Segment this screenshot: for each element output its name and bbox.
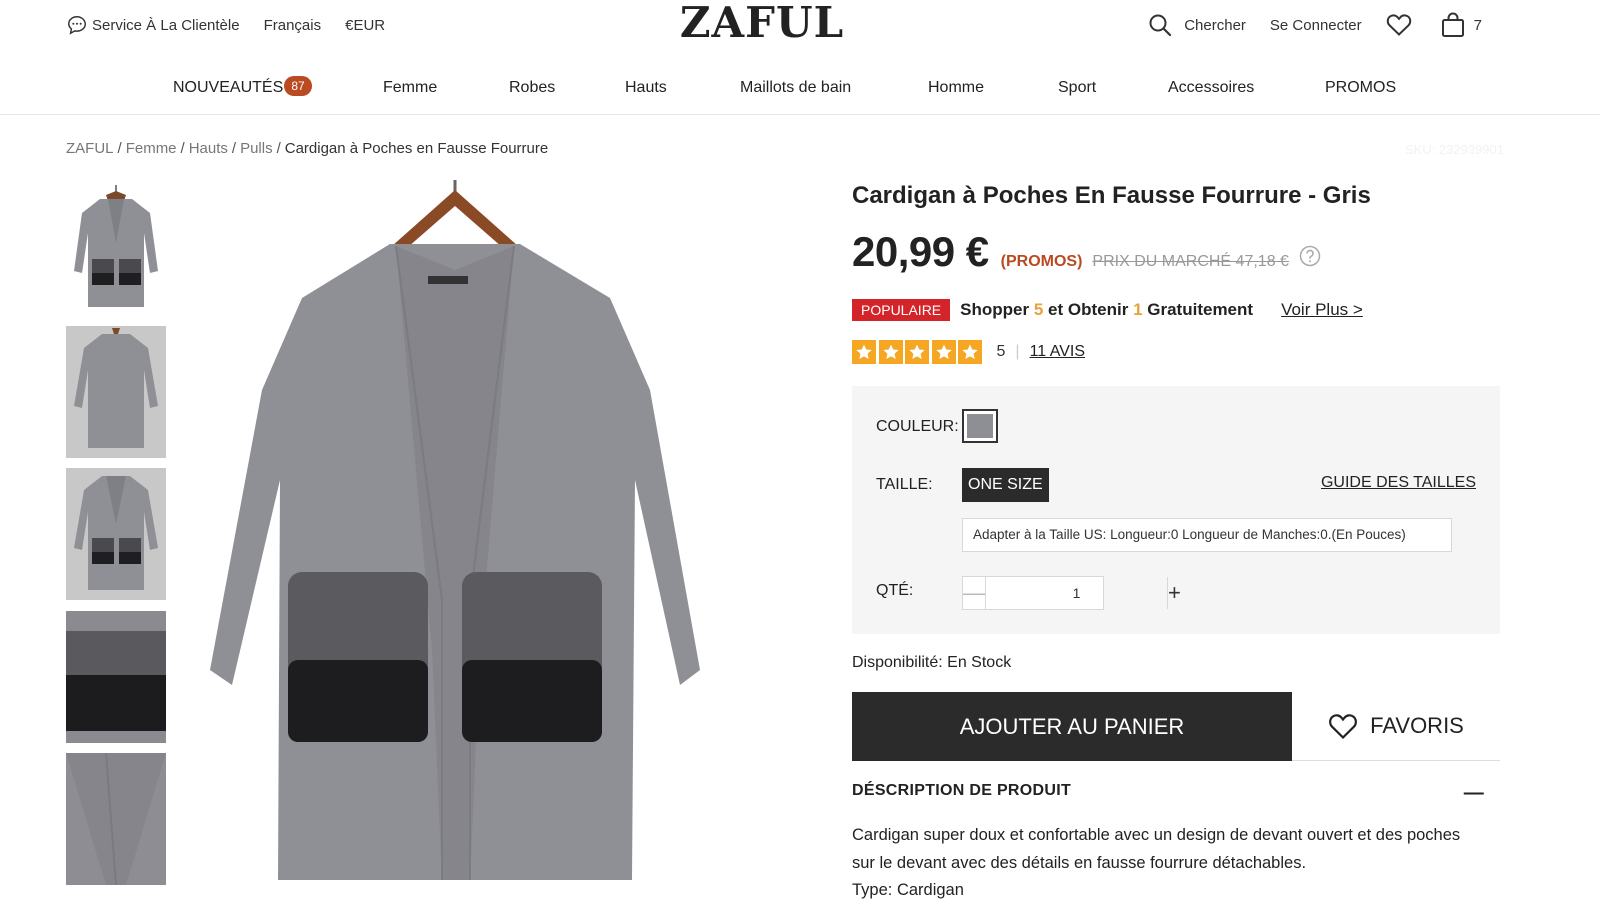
star-icon: [905, 340, 929, 364]
thumbnail-back[interactable]: [66, 326, 166, 458]
star-icon: [931, 340, 956, 364]
add-to-cart-button[interactable]: AJOUTER AU PANIER: [852, 692, 1292, 761]
sku-label: SKU: 232939901: [1404, 142, 1504, 157]
reviews-link[interactable]: 11 AVIS: [1030, 343, 1085, 361]
star-icon: [878, 340, 903, 364]
product-description-text: Cardigan super doux et confortable avec …: [852, 822, 1492, 905]
breadcrumb-current: Cardigan à Poches en Fausse Fourrure: [284, 140, 549, 157]
cardigan-front-thumbnail-image: [66, 468, 166, 600]
breadcrumb-item[interactable]: Hauts: [189, 140, 228, 157]
color-swatch-gray[interactable]: [962, 409, 998, 443]
description-line: Cardigan super doux et confortable avec …: [852, 826, 1461, 844]
main-product-image[interactable]: [180, 180, 740, 900]
promo-number: 5: [1033, 300, 1044, 319]
rating-value: 5: [996, 343, 1006, 360]
star-icon: [958, 340, 982, 364]
promo-text-part: Gratuitement: [1147, 300, 1254, 319]
description-line: Type: Cardigan: [852, 881, 964, 899]
quantity-increase-button[interactable]: +: [1167, 577, 1181, 609]
product-title: Cardigan à Poches En Fausse Fourrure - G…: [852, 182, 1371, 209]
top-bar: Service À La Clientèle Français €EUR ZAF…: [0, 0, 1600, 50]
cardigan-thumbnail-image: [74, 185, 158, 307]
market-price: PRIX DU MARCHÉ 47,18 €: [1092, 253, 1289, 270]
quantity-label: QTÉ:: [876, 582, 914, 599]
quantity-decrease-button[interactable]: —: [963, 577, 986, 609]
collapse-toggle-icon[interactable]: —: [1464, 782, 1484, 805]
availability-status: Disponibilité: En Stock: [852, 654, 1012, 671]
login-link[interactable]: Se Connecter: [1270, 17, 1362, 34]
cart-count[interactable]: 7: [1474, 17, 1482, 34]
favorites-label: FAVORIS: [1370, 713, 1464, 738]
nav-item-accessoires[interactable]: Accessoires: [1168, 79, 1254, 97]
description-line: sur le devant avec des détails en fausse…: [852, 853, 1307, 872]
breadcrumb-item[interactable]: Femme: [126, 140, 177, 157]
product-price: 20,99 €: [852, 228, 989, 275]
nav-item-femme[interactable]: Femme: [383, 79, 437, 97]
search-icon[interactable]: [1148, 13, 1172, 37]
nav-item-robes[interactable]: Robes: [509, 79, 555, 97]
new-items-badge: 87: [284, 76, 312, 96]
size-guide-link[interactable]: GUIDE DES TAILLES: [1321, 474, 1476, 492]
color-swatch-fill: [967, 414, 993, 438]
search-link[interactable]: Chercher: [1184, 17, 1246, 34]
us-size-fit-info: Adapter à la Taille US: Longueur:0 Longu…: [962, 518, 1452, 552]
promo-number: 1: [1133, 300, 1143, 319]
top-bar-right: Chercher Se Connecter 7: [1148, 12, 1482, 38]
promotion-text: Shopper 5 et Obtenir 1 Gratuitement: [960, 300, 1253, 320]
quantity-input[interactable]: [986, 577, 1167, 609]
quantity-stepper: — +: [962, 576, 1181, 610]
gray-fur-pocket-cardigan-image: [210, 180, 700, 880]
heart-icon: [1329, 714, 1358, 740]
breadcrumb-separator: /: [180, 140, 185, 157]
promo-text-part: Shopper: [960, 300, 1030, 319]
popular-badge: POPULAIRE: [852, 299, 951, 321]
product-description-header[interactable]: DÉSCRIPTION DE PRODUIT —: [852, 782, 1500, 804]
voir-plus-link[interactable]: Voir Plus >: [1281, 300, 1363, 320]
nav-item-hauts[interactable]: Hauts: [625, 79, 667, 97]
size-label: TAILLE:: [876, 476, 933, 493]
thumbnail-front-with-hanger[interactable]: [66, 183, 166, 315]
star-icon: [852, 340, 876, 364]
wishlist-heart-icon[interactable]: [1386, 13, 1412, 37]
breadcrumb-separator: /: [231, 140, 237, 157]
breadcrumb-item[interactable]: Pulls: [240, 140, 273, 157]
size-option-one-size[interactable]: ONE SIZE: [962, 468, 1049, 502]
nav-item-homme[interactable]: Homme: [928, 79, 984, 97]
price-row: 20,99 € (PROMOS) PRIX DU MARCHÉ 47,18 €: [852, 228, 1321, 276]
nav-item-label: NOUVEAUTÉS: [173, 79, 284, 96]
shopping-bag-icon[interactable]: [1440, 12, 1466, 38]
promo-text-part: et Obtenir: [1048, 300, 1129, 319]
main-navigation: NOUVEAUTÉS 87 Femme Robes Hauts Maillots…: [0, 70, 1600, 115]
fur-pocket-closeup-image: [66, 611, 166, 743]
product-options-panel: COULEUR: TAILLE: ONE SIZE GUIDE DES TAIL…: [852, 386, 1500, 634]
promotion-row: POPULAIRE Shopper 5 et Obtenir 1 Gratuit…: [852, 299, 1363, 321]
nav-item-sport[interactable]: Sport: [1058, 79, 1096, 97]
breadcrumb: ZAFUL / Femme / Hauts / Pulls / Cardigan à Poche…: [66, 140, 548, 157]
rating-row: 5 | 11 AVIS: [852, 340, 1085, 364]
color-label: COULEUR:: [876, 418, 959, 435]
favorites-button[interactable]: FAVORIS: [1292, 692, 1500, 761]
star-rating: [852, 340, 985, 364]
rating-divider: |: [1015, 343, 1020, 360]
nav-item-nouveautes[interactable]: NOUVEAUTÉS 87: [173, 76, 312, 97]
promo-tag: (PROMOS): [1000, 253, 1083, 270]
cardigan-back-thumbnail-image: [66, 326, 166, 458]
nav-item-maillots[interactable]: Maillots de bain: [740, 79, 851, 97]
thumbnail-neckline-detail[interactable]: [66, 753, 166, 885]
neckline-closeup-image: [66, 753, 166, 885]
thumbnail-fur-detail[interactable]: [66, 611, 166, 743]
description-heading: DÉSCRIPTION DE PRODUIT: [852, 782, 1072, 799]
thumbnail-front[interactable]: [66, 468, 166, 600]
breadcrumb-separator: /: [117, 140, 122, 157]
nav-item-promos[interactable]: PROMOS: [1325, 79, 1396, 97]
question-mark-icon[interactable]: [1299, 245, 1321, 267]
breadcrumb-item[interactable]: ZAFUL: [66, 140, 114, 157]
breadcrumb-separator: /: [276, 140, 281, 157]
